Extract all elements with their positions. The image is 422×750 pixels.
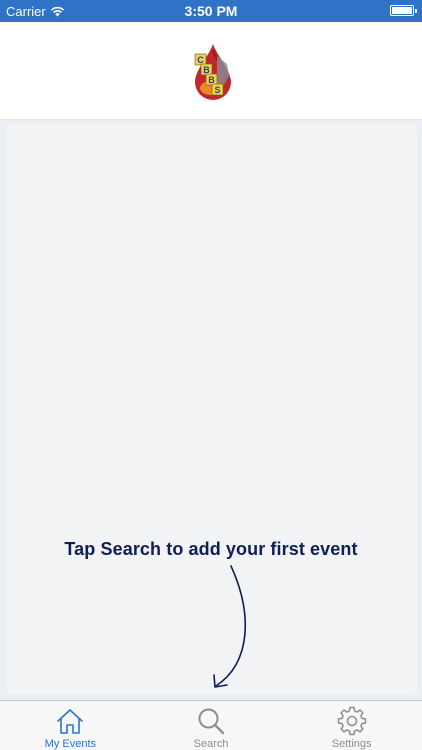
logo-letter-s: S	[214, 85, 220, 95]
clock: 3:50 PM	[184, 3, 238, 19]
gear-icon	[337, 706, 366, 736]
status-bar: Carrier 3:50 PM	[0, 0, 422, 22]
tab-label: Search	[193, 738, 229, 750]
logo-letter-b2: B	[208, 75, 215, 85]
app-header: C B B S	[0, 22, 422, 120]
empty-state-hint: Tap Search to add your first event	[64, 539, 358, 559]
tab-bar: My Events Search Settings	[0, 700, 422, 750]
tab-label: Settings	[331, 738, 372, 750]
battery-icon	[390, 5, 417, 16]
tab-search[interactable]: Search	[141, 701, 282, 750]
cbbs-logo-icon: C B B S	[194, 44, 231, 100]
tab-my-events[interactable]: My Events	[0, 701, 141, 750]
search-icon	[198, 708, 225, 735]
logo-letter-c: C	[197, 55, 204, 65]
tab-label: My Events	[44, 738, 97, 750]
arrow-down-icon	[213, 565, 247, 688]
logo-letter-b1: B	[203, 65, 210, 75]
home-icon	[57, 709, 84, 734]
tab-settings[interactable]: Settings	[281, 701, 422, 750]
